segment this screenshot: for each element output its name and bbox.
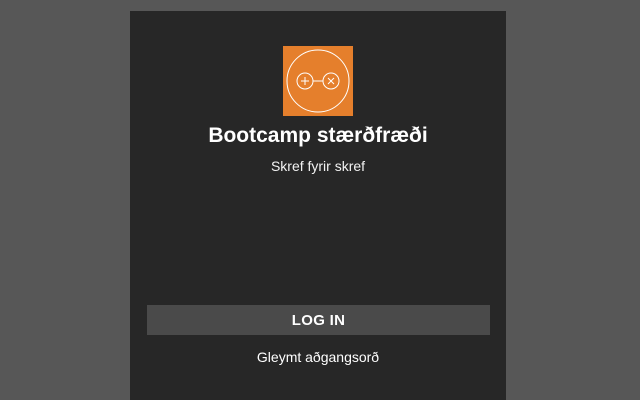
login-panel: Bootcamp stærðfræði Skref fyrir skref LO… bbox=[130, 11, 506, 400]
app-logo bbox=[283, 46, 353, 116]
plus-minus-times-circle-icon bbox=[286, 49, 350, 113]
app-subtitle: Skref fyrir skref bbox=[270, 158, 366, 174]
forgot-password-link[interactable]: Gleymt aðgangsorð bbox=[130, 349, 506, 365]
login-button[interactable]: LOG IN bbox=[147, 305, 490, 335]
app-title: Bootcamp stærðfræði bbox=[208, 124, 428, 147]
